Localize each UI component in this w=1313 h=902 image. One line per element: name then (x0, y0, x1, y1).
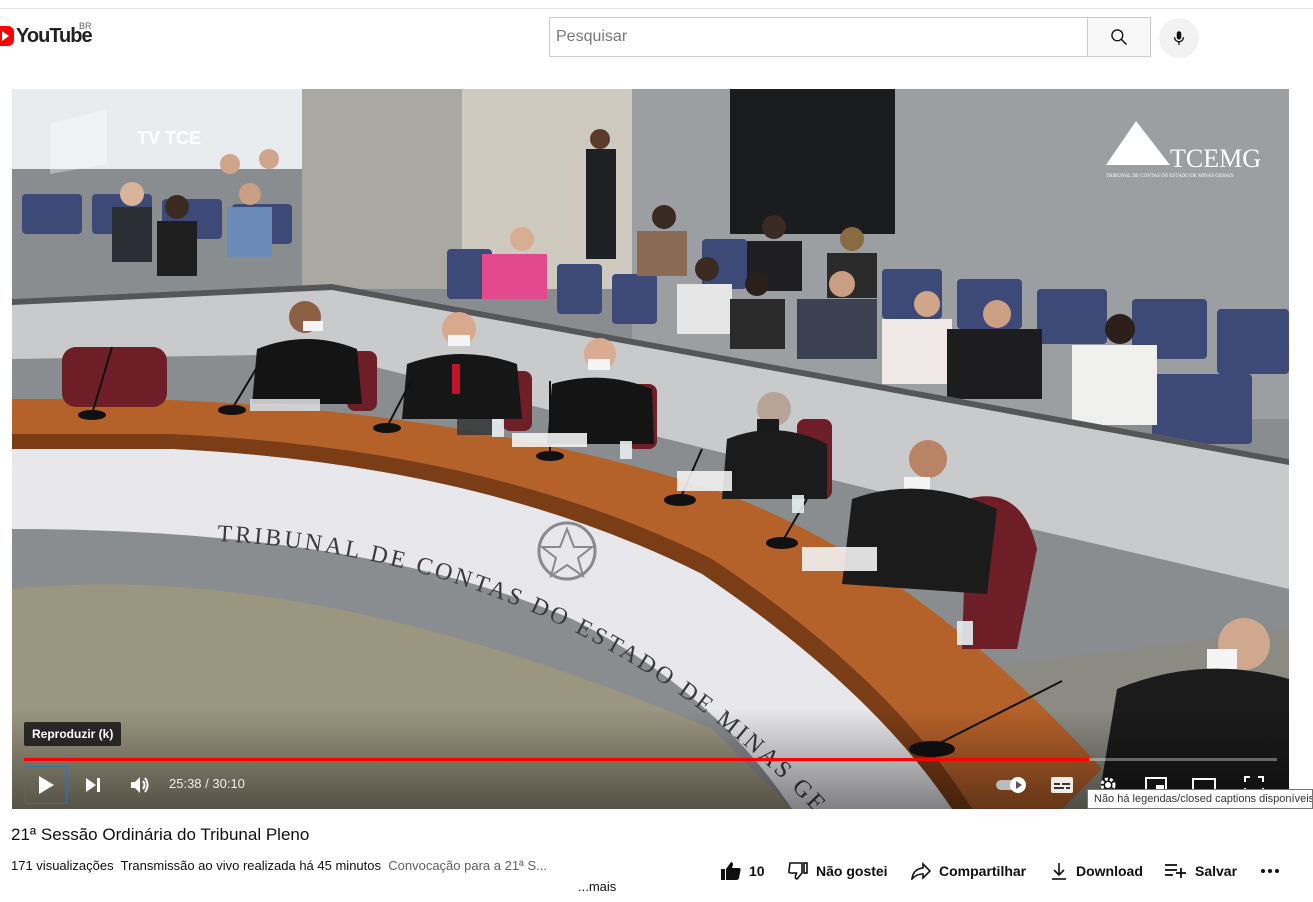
description-snippet[interactable]: Convocação para a 21ª S... (388, 858, 547, 873)
subtitles-button[interactable] (1042, 766, 1082, 804)
volume-button[interactable] (120, 766, 160, 804)
save-label: Salvar (1195, 863, 1238, 879)
channel-overlay-right-sub: TRIBUNAL DE CONTAS DO ESTADO DE MINAS GE… (1106, 174, 1234, 179)
voice-search-button[interactable] (1159, 18, 1199, 58)
autoplay-toggle-icon (996, 777, 1026, 793)
youtube-play-icon (0, 26, 14, 46)
live-info: Transmissão ao vivo realizada há 45 minu… (120, 858, 381, 873)
video-player[interactable]: TRIBUNAL DE CONTAS DO ESTADO DE MINAS GE… (12, 89, 1289, 809)
video-meta: 171 visualizações Transmissão ao vivo re… (11, 858, 547, 873)
like-count: 10 (749, 863, 765, 879)
progress-played (24, 758, 1090, 761)
volume-icon (131, 777, 149, 793)
share-label: Compartilhar (939, 863, 1027, 879)
time-display: 25:38 / 30:10 (169, 776, 245, 791)
progress-bar[interactable] (24, 758, 1277, 761)
youtube-logo[interactable]: YouTube BR (0, 21, 93, 47)
share-icon (911, 862, 931, 880)
play-icon (39, 776, 54, 794)
top-border (0, 0, 1313, 9)
more-horiz-icon (1261, 869, 1279, 873)
like-button[interactable]: 10 (721, 859, 765, 883)
next-button[interactable] (73, 766, 113, 804)
dislike-label: Não gostei (816, 863, 888, 879)
channel-overlay-right: TCEMG (1170, 144, 1261, 173)
play-button[interactable] (25, 766, 67, 804)
channel-overlay-left: TV TCE (137, 128, 201, 148)
view-count: 171 visualizações (11, 858, 114, 873)
video-frame: TRIBUNAL DE CONTAS DO ESTADO DE MINAS GE… (12, 89, 1289, 809)
show-more-link[interactable]: ...mais (578, 879, 616, 894)
download-icon (1052, 863, 1066, 880)
autoplay-toggle[interactable] (992, 766, 1032, 804)
video-title: 21ª Sessão Ordinária do Tribunal Pleno (11, 825, 310, 844)
mic-icon (1173, 31, 1185, 45)
dislike-button[interactable]: Não gostei (788, 859, 888, 883)
search-button[interactable] (1087, 17, 1151, 57)
subtitles-icon (1051, 777, 1073, 793)
download-label: Download (1076, 863, 1143, 879)
play-tooltip: Reproduzir (k) (24, 722, 122, 746)
search-icon (1111, 29, 1128, 46)
download-button[interactable]: Download (1050, 859, 1143, 883)
search-input[interactable] (549, 17, 1092, 57)
search-box (549, 17, 1151, 57)
playlist-add-icon (1165, 864, 1186, 878)
skip-next-icon (86, 778, 100, 792)
captions-tooltip: Não há legendas/closed captions disponív… (1087, 789, 1313, 809)
thumbs-up-icon (721, 862, 741, 880)
more-actions-button[interactable] (1260, 859, 1288, 883)
country-code: BR (79, 21, 92, 31)
masthead: YouTube BR (0, 9, 1313, 65)
share-button[interactable]: Compartilhar (911, 859, 1026, 883)
thumbs-down-icon (788, 862, 808, 880)
save-button[interactable]: Salvar (1165, 859, 1237, 883)
